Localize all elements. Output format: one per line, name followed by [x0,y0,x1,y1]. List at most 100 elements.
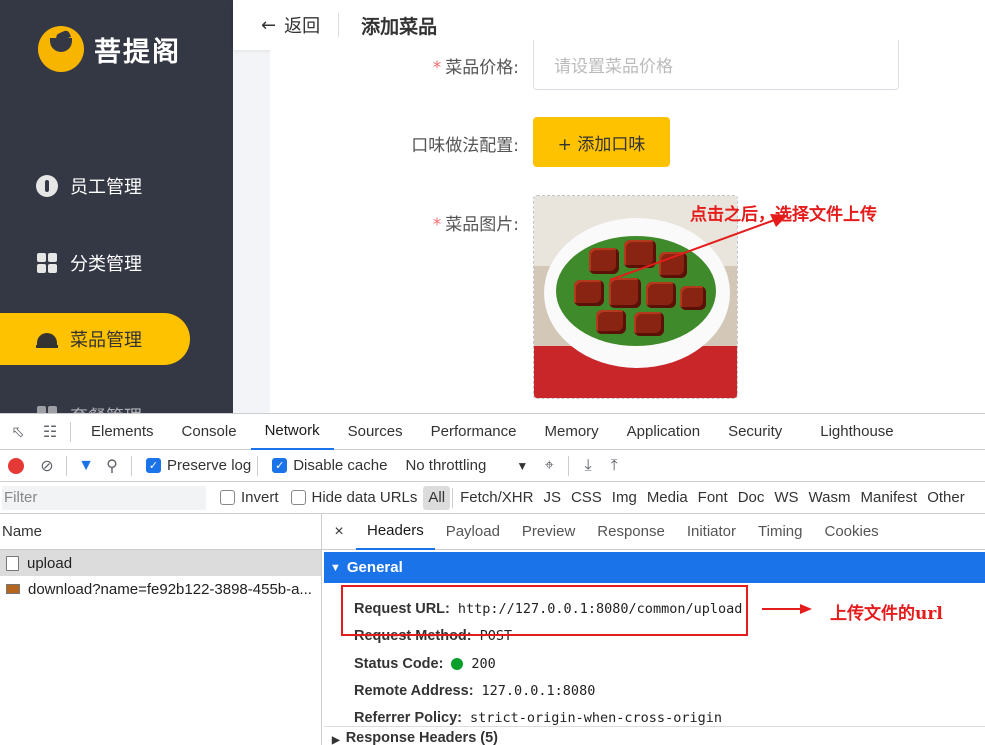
caret-down-icon: ▼ [516,458,529,473]
tab-response[interactable]: Response [586,514,676,550]
annotation-upload-hint: 点击之后，选择文件上传 [690,205,877,225]
page-title: 添加菜品 [361,15,438,38]
logo-icon [38,26,84,72]
triangle-down-icon: ▼ [330,561,341,574]
sidebar-item-label: 套餐管理 [70,403,142,413]
network-conditions-icon[interactable]: ⌖ [536,453,562,479]
dish-cloche-icon [36,328,58,350]
type-filter-manifest[interactable]: Manifest [856,486,923,510]
devtools-tabs: ⬁ ☷ Elements Console Network Sources Per… [0,414,985,450]
type-filter-media[interactable]: Media [642,486,693,510]
network-toolbar: ⊘ ▼ ⚲ ✓ Preserve log ✓ Disable cache No … [0,450,985,482]
tab-elements[interactable]: Elements [77,414,168,450]
tab-headers[interactable]: Headers [356,514,435,550]
sidebar-item-categories[interactable]: 分类管理 [0,237,190,289]
filter-icon[interactable]: ▼ [73,453,99,479]
sidebar-item-label: 菜品管理 [70,330,142,351]
tab-cookies[interactable]: Cookies [813,514,889,550]
tab-performance[interactable]: Performance [417,414,531,450]
screenshot-root: 菩提阁 员工管理 分类管理 菜品管理 套餐管理 ← 返回 [0,0,985,745]
close-icon[interactable]: × [322,514,356,550]
disable-cache-checkbox[interactable]: ✓ Disable cache [272,457,387,474]
filter-input[interactable]: Filter [2,485,206,510]
sidebar: 菩提阁 员工管理 分类管理 菜品管理 套餐管理 [0,0,233,413]
record-icon[interactable] [8,457,24,474]
triangle-right-icon: ▶ [332,735,340,745]
tab-application[interactable]: Application [613,414,714,450]
category-grid-icon [36,252,58,274]
inspect-element-icon[interactable]: ⬁ [8,422,28,442]
tab-initiator[interactable]: Initiator [676,514,747,550]
tab-payload[interactable]: Payload [435,514,511,550]
image-label: * 菜品图片: [432,215,519,235]
device-toolbar-icon[interactable]: ☷ [40,422,60,442]
arrow-left-icon: ← [261,14,277,36]
invert-checkbox[interactable]: Invert [220,489,279,506]
general-section-header[interactable]: ▼ General [324,552,985,583]
tab-memory[interactable]: Memory [531,414,613,450]
annotation-arrow-url [762,604,812,614]
sidebar-item-label: 分类管理 [70,254,142,275]
add-flavor-button[interactable]: + 添加口味 [533,117,670,167]
type-filter-other[interactable]: Other [922,486,970,510]
type-filter-doc[interactable]: Doc [733,486,770,510]
type-filter-css[interactable]: CSS [566,486,607,510]
hide-data-urls-checkbox[interactable]: Hide data URLs [290,489,417,506]
checkbox-checked-icon: ✓ [146,458,161,473]
logo-text: 菩提阁 [94,36,181,68]
filter-bar: Filter Invert Hide data URLs All Fetch/X… [0,482,985,514]
checkbox-checked-icon: ✓ [272,458,288,473]
back-label: 返回 [284,16,321,37]
field-referrer-policy: Referrer Policy: strict-origin-when-cros… [354,710,722,726]
price-label: * 菜品价格: [432,58,519,78]
field-status-code: Status Code: 200 [354,656,496,672]
request-row-download[interactable]: download?name=fe92b122-3898-455b-a... [0,576,321,602]
throttling-select[interactable]: No throttling ▼ [405,457,528,474]
tab-security[interactable]: Security [714,414,796,450]
flavor-label: 口味做法配置: [411,136,519,156]
annotation-url-hint: 上传文件的url [830,604,943,624]
clear-icon[interactable]: ⊘ [34,453,60,479]
request-row-upload[interactable]: upload [0,550,321,576]
type-filter-js[interactable]: JS [538,486,566,510]
back-button[interactable]: ← 返回 [261,12,320,38]
preserve-log-checkbox[interactable]: ✓ Preserve log [146,457,251,474]
sidebar-item-dishes[interactable]: 菜品管理 [0,313,190,365]
request-name: download?name=fe92b122-3898-455b-a... [28,580,312,598]
sidebar-item-employees[interactable]: 员工管理 [0,160,190,212]
tab-timing[interactable]: Timing [747,514,813,550]
type-filter-font[interactable]: Font [693,486,733,510]
request-name: upload [27,554,73,572]
import-har-icon[interactable]: ⤓ [575,453,601,479]
response-headers-section[interactable]: ▶ Response Headers (5) [324,726,985,745]
annotation-highlight-box [341,585,748,636]
sidebar-item-label: 员工管理 [70,177,142,198]
sidebar-item-combos[interactable]: 套餐管理 [0,390,190,413]
tab-preview[interactable]: Preview [511,514,586,550]
checkbox-unchecked-icon [220,490,235,505]
request-list: Name upload download?name=fe92b122-3898-… [0,514,322,745]
type-filter-all[interactable]: All [423,485,451,510]
tab-lighthouse[interactable]: Lighthouse [806,414,907,450]
export-har-icon[interactable]: ⤒ [601,453,627,479]
status-ok-icon [451,658,464,670]
tab-console[interactable]: Console [168,414,251,450]
type-filter-ws[interactable]: WS [769,486,803,510]
type-filter-wasm[interactable]: Wasm [804,486,856,510]
field-remote-address: Remote Address: 127.0.0.1:8080 [354,683,596,699]
divider [338,13,340,37]
search-icon[interactable]: ⚲ [99,453,125,479]
type-filter-fetch-xhr[interactable]: Fetch/XHR [455,486,538,510]
employee-icon [36,175,58,197]
combo-icon [36,405,58,413]
tab-network[interactable]: Network [250,414,334,450]
detail-tabs: × Headers Payload Preview Response Initi… [322,514,985,550]
devtools-panel: ⬁ ☷ Elements Console Network Sources Per… [0,413,985,745]
type-filter-img[interactable]: Img [607,486,642,510]
logo: 菩提阁 [38,26,181,72]
price-input[interactable]: 请设置菜品价格 [533,40,899,90]
column-header-name[interactable]: Name [0,514,321,550]
image-file-icon [6,584,20,594]
tab-sources[interactable]: Sources [334,414,417,450]
document-icon [6,555,19,571]
